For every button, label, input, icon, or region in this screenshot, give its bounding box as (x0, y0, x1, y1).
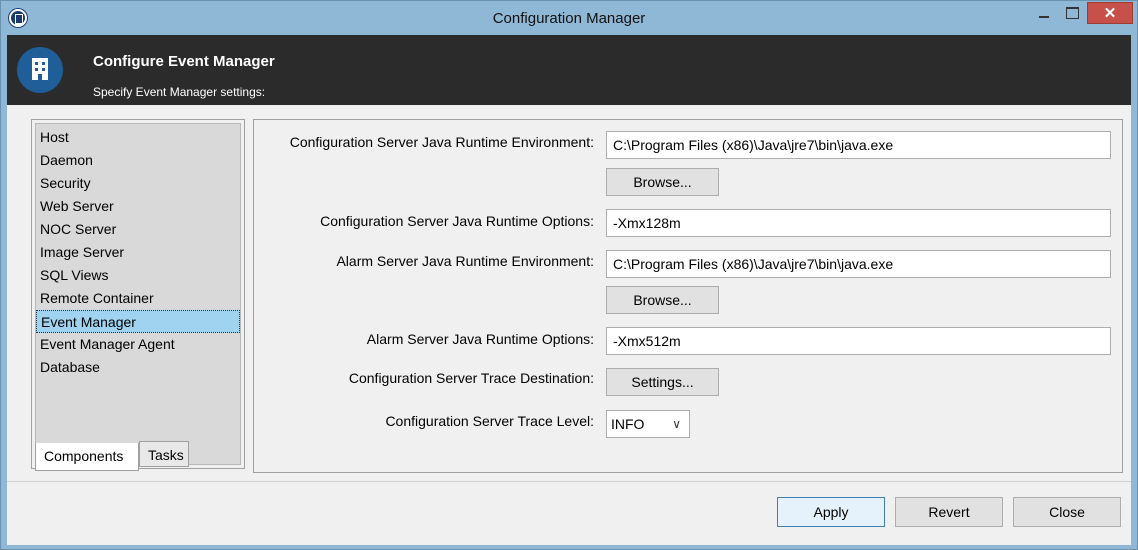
alarm-jre-field[interactable]: C:\Program Files (x86)\Java\jre7\bin\jav… (606, 250, 1111, 278)
footer-divider (7, 481, 1131, 482)
cfg-jre-browse-button[interactable]: Browse... (606, 168, 719, 196)
configuration-manager-window: Configuration Manager ✕ Configure Event … (0, 0, 1138, 550)
tab-tasks[interactable]: Tasks (139, 441, 189, 467)
close-window-button[interactable]: ✕ (1087, 2, 1133, 24)
alarm-opts-field[interactable]: -Xmx512m (606, 327, 1111, 355)
nav-item-remote-container[interactable]: Remote Container (36, 287, 240, 310)
alarm-opts-label: Alarm Server Java Runtime Options: (366, 331, 594, 347)
chevron-down-icon: ∨ (672, 417, 681, 431)
trace-level-select[interactable]: INFO ∨ (606, 410, 690, 438)
nav-item-daemon[interactable]: Daemon (36, 149, 240, 172)
trace-settings-button[interactable]: Settings... (606, 368, 719, 396)
close-button[interactable]: Close (1013, 497, 1121, 527)
cfg-jre-label: Configuration Server Java Runtime Enviro… (289, 134, 594, 150)
close-icon: ✕ (1103, 5, 1117, 22)
title-bar[interactable]: Configuration Manager ✕ (1, 1, 1137, 35)
window-title: Configuration Manager (492, 10, 646, 27)
revert-button[interactable]: Revert (895, 497, 1003, 527)
cfg-opts-field[interactable]: -Xmx128m (606, 209, 1111, 237)
page-subtitle: Specify Event Manager settings: (93, 85, 266, 99)
header-banner: Configure Event Manager Specify Event Ma… (7, 35, 1131, 105)
minimize-button[interactable] (1031, 2, 1057, 26)
trace-dest-label: Configuration Server Trace Destination: (348, 370, 594, 386)
maximize-button[interactable] (1059, 2, 1085, 26)
trace-level-label: Configuration Server Trace Level: (385, 413, 594, 429)
cfg-opts-label: Configuration Server Java Runtime Option… (320, 213, 594, 229)
tab-components[interactable]: Components (35, 443, 139, 471)
cfg-jre-field[interactable]: C:\Program Files (x86)\Java\jre7\bin\jav… (606, 131, 1111, 159)
alarm-jre-browse-button[interactable]: Browse... (606, 286, 719, 314)
nav-item-event-manager[interactable]: Event Manager (36, 310, 240, 333)
body-area: Host Daemon Security Web Server NOC Serv… (7, 105, 1131, 545)
apply-button[interactable]: Apply (777, 497, 885, 527)
page-title: Configure Event Manager (93, 53, 275, 70)
settings-panel: Configuration Server Java Runtime Enviro… (253, 119, 1123, 473)
building-icon (17, 47, 63, 93)
trace-level-value: INFO (611, 416, 645, 432)
alarm-jre-label: Alarm Server Java Runtime Environment: (336, 253, 594, 269)
nav-item-security[interactable]: Security (36, 172, 240, 195)
